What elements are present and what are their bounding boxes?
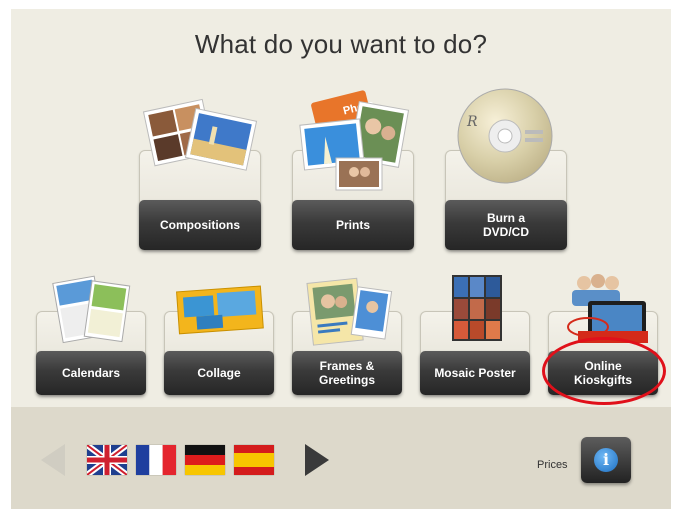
next-arrow-icon[interactable] [301, 440, 335, 480]
tile-compositions[interactable]: Compositions [139, 84, 261, 250]
kiosk-screen: What do you want to do? Compositions Pho… [11, 9, 671, 509]
svg-text:R: R [466, 114, 478, 130]
footer-bar: Prices i [11, 407, 671, 509]
mosaic-image [452, 275, 502, 341]
page-title: What do you want to do? [194, 29, 488, 59]
mosaic-poster-button[interactable]: Mosaic Poster [420, 351, 530, 395]
tile-mosaic-poster[interactable]: Mosaic Poster [420, 271, 530, 395]
calendars-image [52, 275, 131, 344]
tile-collage[interactable]: Collage [164, 271, 274, 395]
tile-calendars[interactable]: Calendars [36, 271, 146, 395]
previous-arrow-icon[interactable] [35, 440, 69, 480]
online-kioskgifts-button[interactable]: Online Kioskgifts [548, 351, 658, 395]
frames-greetings-button[interactable]: Frames & Greetings [292, 351, 402, 395]
burn-dvd-button[interactable]: Burn a DVD/CD [445, 200, 567, 250]
tile-online-kioskgifts[interactable]: Online Kioskgifts [548, 271, 658, 395]
collage-button[interactable]: Collage [164, 351, 274, 395]
kioskgifts-image [567, 274, 648, 343]
frames-image [306, 277, 393, 346]
info-icon: i [594, 448, 618, 472]
calendars-button[interactable]: Calendars [36, 351, 146, 395]
dvd-icon: R [457, 88, 553, 184]
flag-spain-icon[interactable] [234, 445, 274, 475]
flag-france-icon[interactable] [136, 445, 176, 475]
prices-info-button[interactable]: i [581, 437, 631, 483]
tile-burn-dvd[interactable]: R Burn a DVD/CD [445, 84, 567, 250]
tile-prints[interactable]: Photo Prints [292, 84, 414, 250]
compositions-image [142, 98, 258, 171]
prints-button[interactable]: Prints [292, 200, 414, 250]
flag-germany-icon[interactable] [185, 445, 225, 475]
collage-image [176, 285, 264, 335]
prints-image: Photo [299, 90, 410, 191]
tile-frames-greetings[interactable]: Frames & Greetings [292, 271, 402, 395]
prices-label: Prices [537, 459, 568, 471]
compositions-button[interactable]: Compositions [139, 200, 261, 250]
flag-uk-icon[interactable] [87, 445, 127, 475]
